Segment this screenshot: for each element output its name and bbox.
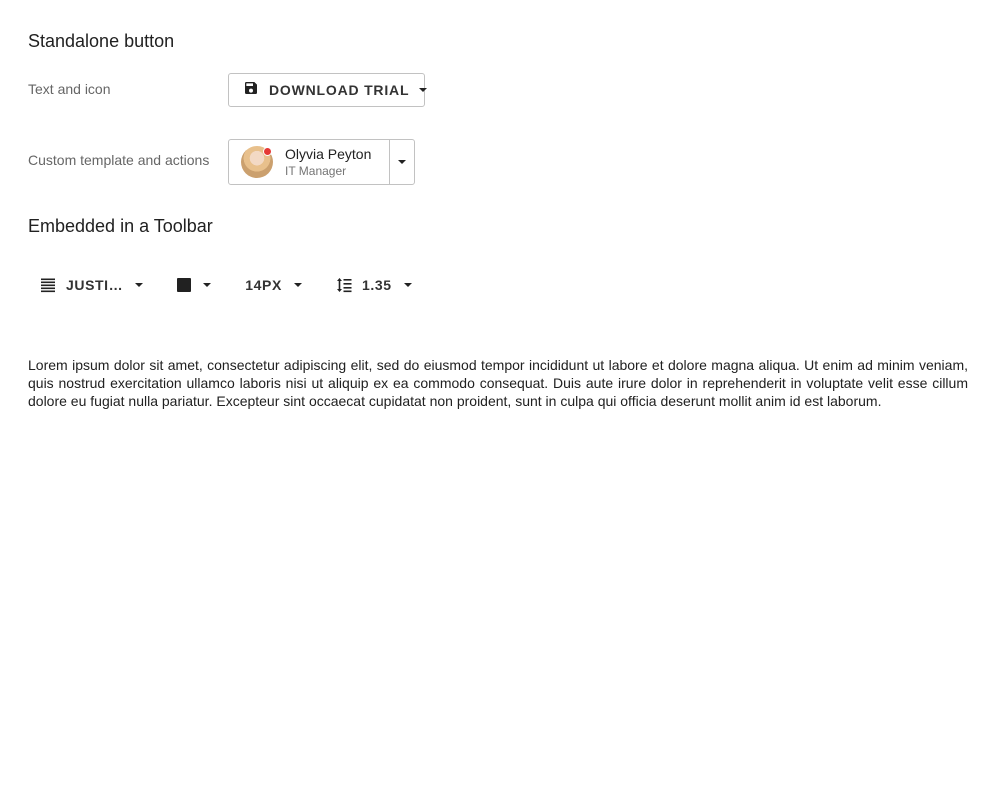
chevron-down-icon	[403, 283, 412, 287]
chevron-down-icon	[419, 88, 428, 92]
font-size-dropdown-button[interactable]: 14PX	[235, 267, 312, 303]
user-split-button: Olyvia Peyton IT Manager	[228, 139, 415, 185]
align-dropdown-button[interactable]: JUSTI…	[28, 267, 153, 303]
section-title-standalone: Standalone button	[28, 31, 175, 51]
chevron-down-icon	[293, 283, 302, 287]
avatar	[241, 146, 273, 178]
chevron-down-icon	[203, 283, 212, 287]
user-role: IT Manager	[285, 164, 347, 178]
page: Standalone button Text and icon DOWNLOAD…	[0, 0, 1000, 800]
download-trial-label: DOWNLOAD TRIAL	[269, 82, 410, 98]
row-label-custom-template: Custom template and actions	[28, 152, 210, 168]
line-height-dropdown-button[interactable]: 1.35	[326, 267, 422, 303]
save-icon	[243, 80, 259, 101]
line-height-label: 1.35	[361, 277, 392, 293]
align-label: JUSTI…	[66, 277, 124, 293]
color-dropdown-button[interactable]	[167, 267, 221, 303]
font-size-label: 14PX	[245, 277, 282, 293]
user-button-dropdown[interactable]	[390, 140, 414, 184]
chevron-down-icon	[398, 160, 406, 164]
user-text: Olyvia Peyton IT Manager	[285, 145, 371, 179]
section-title-toolbar: Embedded in a Toolbar	[28, 216, 213, 236]
color-swatch	[177, 278, 192, 292]
align-justify-icon	[40, 277, 56, 293]
download-trial-button[interactable]: DOWNLOAD TRIAL	[228, 73, 428, 107]
line-height-icon	[336, 277, 352, 293]
status-dot-icon	[263, 147, 272, 156]
row-label-text-icon: Text and icon	[28, 81, 111, 97]
sample-paragraph: Lorem ipsum dolor sit amet, consectetur …	[28, 357, 968, 409]
chevron-down-icon	[135, 283, 144, 287]
toolbar: JUSTI… 14PX 1.35	[28, 267, 422, 303]
user-button-main[interactable]: Olyvia Peyton IT Manager	[229, 140, 390, 184]
user-name: Olyvia Peyton	[285, 146, 372, 162]
